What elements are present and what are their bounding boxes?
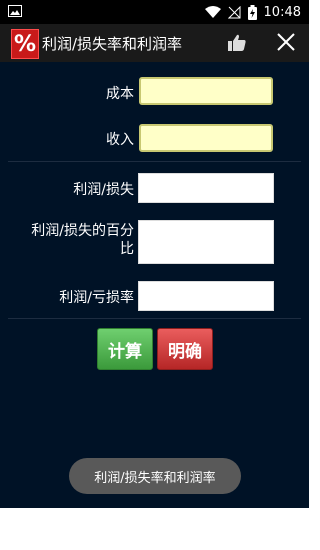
- calculator-form: 成本 收入 利润/损失 利润/损失的百分 比 利润/亏损率 计算 明确: [0, 62, 309, 508]
- revenue-input[interactable]: [139, 124, 273, 152]
- profit-loss-label: 利润/损失: [73, 182, 134, 198]
- clear-button[interactable]: 明确: [157, 328, 213, 370]
- app-title: 利润/损失率和利润率: [42, 35, 183, 53]
- profit-loss-percent-label-line1: 利润/损失的百分: [31, 223, 134, 239]
- battery-icon: [247, 4, 257, 20]
- revenue-label: 收入: [106, 132, 134, 148]
- profit-loss-percent-label-line2: 比: [120, 241, 134, 257]
- profit-loss-percent-output[interactable]: [138, 220, 274, 264]
- app-bar: % 利润/损失率和利润率: [0, 24, 309, 62]
- close-icon[interactable]: [274, 30, 298, 54]
- calculate-button[interactable]: 计算: [97, 328, 153, 370]
- no-signal-icon: [227, 5, 241, 18]
- divider: [8, 161, 301, 162]
- wifi-icon: [204, 5, 221, 18]
- profit-loss-output[interactable]: [138, 173, 274, 203]
- app-logo: %: [11, 29, 39, 59]
- profit-margin-output[interactable]: [138, 281, 274, 311]
- cost-label: 成本: [106, 86, 134, 102]
- cost-input[interactable]: [139, 77, 273, 105]
- thumbs-up-icon[interactable]: [226, 32, 248, 54]
- toast-message: 利润/损失率和利润率: [69, 458, 241, 494]
- image-notification-icon: [8, 5, 22, 17]
- divider: [8, 318, 301, 319]
- clock: 10:48: [263, 4, 301, 20]
- profit-margin-label: 利润/亏损率: [59, 290, 134, 306]
- profit-loss-percent-label: 利润/损失的百分 比: [14, 222, 134, 258]
- status-bar: 10:48: [0, 0, 309, 24]
